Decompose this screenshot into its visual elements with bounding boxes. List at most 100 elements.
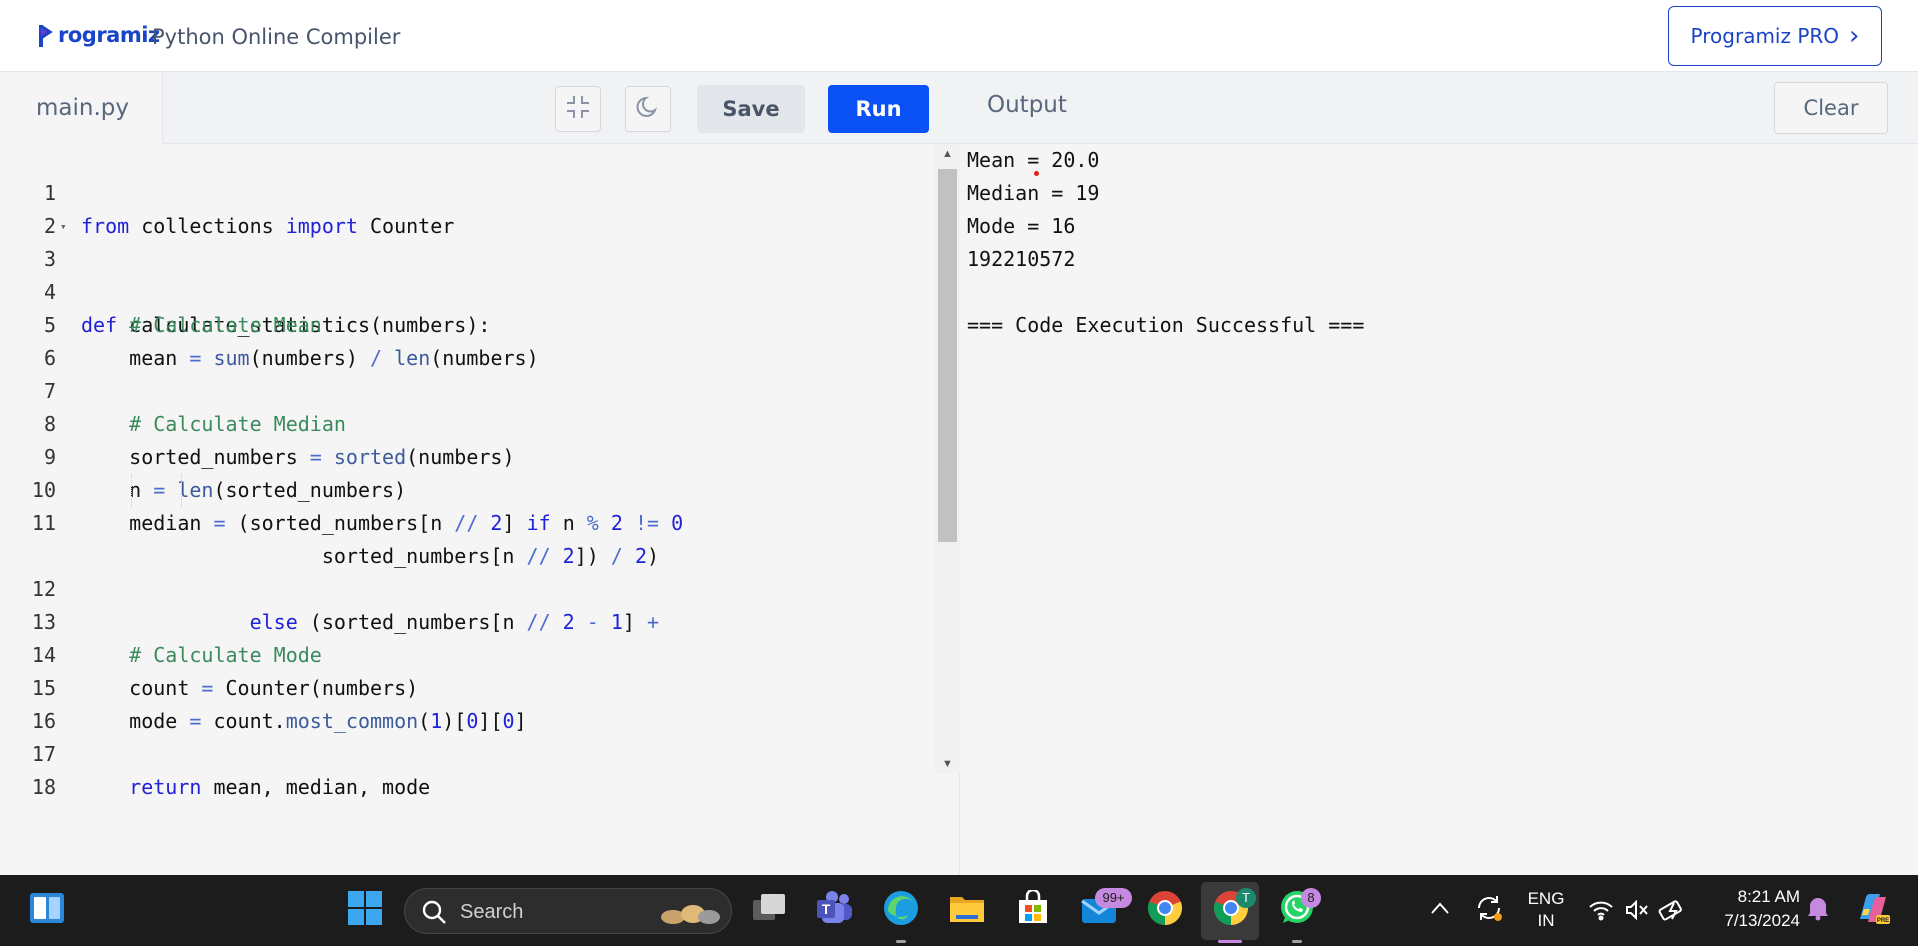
copilot-button[interactable]: PRE — [1850, 889, 1892, 931]
windows-logo-icon — [347, 890, 383, 931]
scroll-down-icon[interactable]: ▼ — [935, 754, 960, 774]
output-line: Mode = 16 — [967, 214, 1076, 238]
task-view-icon — [751, 892, 787, 929]
clock-time: 8:21 AM — [1737, 887, 1800, 906]
chrome-active-indicator — [1218, 940, 1242, 943]
folder-icon — [948, 891, 986, 930]
moon-icon — [635, 94, 661, 125]
code-line: 13 # Calculate Mode — [0, 573, 935, 667]
programiz-logo-icon — [38, 23, 58, 47]
code-line: 2 — [0, 177, 935, 238]
editor-toolbar: main.py Save Run — [0, 72, 960, 144]
code-line: 9 n = len(sorted_numbers) — [0, 408, 935, 502]
store-icon — [1015, 888, 1051, 931]
notifications-button[interactable] — [1800, 889, 1836, 931]
indent-guide — [131, 474, 132, 507]
start-button[interactable] — [344, 889, 386, 931]
code-line: 8 sorted_numbers = sorted(numbers) — [0, 375, 935, 469]
output-pane: Output Clear Mean = 20.0 Median = 19 Mod… — [960, 72, 1918, 875]
save-button[interactable]: Save — [697, 85, 805, 133]
code-line: 15 mode = count.most_common(1)[0][0] — [0, 639, 935, 733]
chrome-icon — [1146, 889, 1184, 932]
code-line-wrap: sorted_numbers[n // 2]) / 2) — [0, 507, 935, 568]
region-label: IN — [1537, 911, 1555, 930]
volume-muted-icon — [1624, 899, 1650, 926]
chevron-right-icon: › — [1849, 21, 1860, 51]
output-line: Median = 19 — [967, 181, 1100, 205]
whatsapp-running-indicator — [1292, 940, 1302, 943]
editor-pane: main.py Save Run 1 from collections impo… — [0, 72, 960, 875]
wifi-icon — [1588, 899, 1614, 926]
show-hidden-icons-button[interactable] — [1420, 889, 1460, 931]
collapse-icon — [565, 94, 591, 125]
code-line: 11 else (sorted_numbers[n // 2 - 1] + — [0, 474, 935, 634]
code-line: 14 count = Counter(numbers) — [0, 606, 935, 700]
svg-text:PRE: PRE — [1877, 918, 1889, 924]
code-line: 4 # Calculate Mean — [0, 243, 935, 337]
logo-text: rogramiz — [58, 23, 160, 47]
edge-app[interactable] — [880, 889, 922, 931]
top-header: rogramiz Python Online Compiler Programi… — [0, 0, 1918, 72]
taskbar-search[interactable]: Search — [404, 888, 732, 934]
output-console[interactable]: Mean = 20.0 Median = 19 Mode = 16 192210… — [960, 144, 1918, 875]
scroll-thumb[interactable] — [938, 169, 957, 542]
code-line: 17 return mean, median, mode — [0, 705, 935, 799]
windows-taskbar: Search T 99+ T 8 ENG IN 8:21 AM 7/13/202… — [0, 875, 1918, 946]
code-line: 6 — [0, 309, 935, 370]
profile-avatar: T — [1236, 888, 1256, 908]
output-line: 192210572 — [967, 247, 1076, 271]
sync-icon — [1474, 893, 1504, 928]
svg-text:T: T — [822, 901, 831, 917]
editor-scrollbar[interactable]: ▲ ▼ — [935, 144, 960, 774]
file-explorer-app[interactable] — [946, 889, 988, 931]
theme-toggle-button[interactable] — [625, 86, 671, 132]
code-line: 18 — [0, 738, 935, 799]
battery-charging-icon — [1658, 899, 1688, 926]
whatsapp-unread-badge: 8 — [1301, 888, 1321, 908]
teams-icon: T — [816, 890, 854, 931]
widgets-button[interactable] — [26, 889, 68, 931]
chrome-app[interactable] — [1144, 889, 1186, 931]
programiz-pro-button[interactable]: Programiz PRO › — [1668, 6, 1882, 66]
fold-arrow-icon[interactable]: ▾ — [60, 210, 67, 243]
quick-settings-button[interactable] — [1584, 889, 1694, 933]
language-label: ENG — [1527, 889, 1565, 908]
cursor-marker — [1034, 171, 1039, 176]
mail-unread-badge: 99+ — [1095, 888, 1132, 908]
copilot-icon: PRE — [1852, 889, 1890, 932]
programiz-logo[interactable]: rogramiz — [38, 20, 160, 50]
output-toolbar: Output Clear — [960, 72, 1918, 144]
pro-button-label: Programiz PRO — [1690, 24, 1840, 48]
teams-app[interactable]: T — [814, 889, 856, 931]
chevron-up-icon — [1430, 901, 1450, 920]
bell-icon — [1806, 895, 1830, 926]
output-line: === Code Execution Successful === — [967, 313, 1365, 337]
scroll-up-icon[interactable]: ▲ — [935, 144, 960, 164]
search-label: Search — [460, 901, 524, 923]
clock-date: 7/13/2024 — [1724, 911, 1800, 930]
code-text: return mean, median, mode — [129, 775, 431, 799]
code-line: 16 — [0, 672, 935, 733]
collapse-button[interactable] — [555, 86, 601, 132]
clock-button[interactable]: 8:21 AM 7/13/2024 — [1700, 887, 1800, 933]
tab-main-py[interactable]: main.py — [0, 72, 163, 144]
language-indicator[interactable]: ENG IN — [1520, 889, 1572, 933]
sync-status-button[interactable] — [1468, 889, 1510, 931]
code-line: 3 ▾ def calculate_statistics(numbers): — [0, 210, 935, 337]
app-title: Python Online Compiler — [152, 25, 401, 49]
code-editor[interactable]: 1 from collections import Counter 2 3 ▾ … — [0, 144, 935, 875]
code-line: 10 median = (sorted_numbers[n // 2] if n… — [0, 441, 935, 535]
search-icon — [421, 899, 447, 930]
task-view-button[interactable] — [748, 889, 790, 931]
code-line: 12 — [0, 540, 935, 601]
search-highlight-icon — [655, 899, 725, 930]
clear-button[interactable]: Clear — [1774, 82, 1888, 134]
code-line: 1 from collections import Counter — [0, 144, 935, 238]
edge-icon — [882, 889, 920, 932]
run-button[interactable]: Run — [828, 85, 929, 133]
microsoft-store-app[interactable] — [1012, 888, 1054, 931]
code-line: 7 # Calculate Median — [0, 342, 935, 436]
line-number: 18 — [31, 775, 56, 799]
widgets-icon — [28, 891, 66, 930]
output-title: Output — [987, 92, 1067, 118]
